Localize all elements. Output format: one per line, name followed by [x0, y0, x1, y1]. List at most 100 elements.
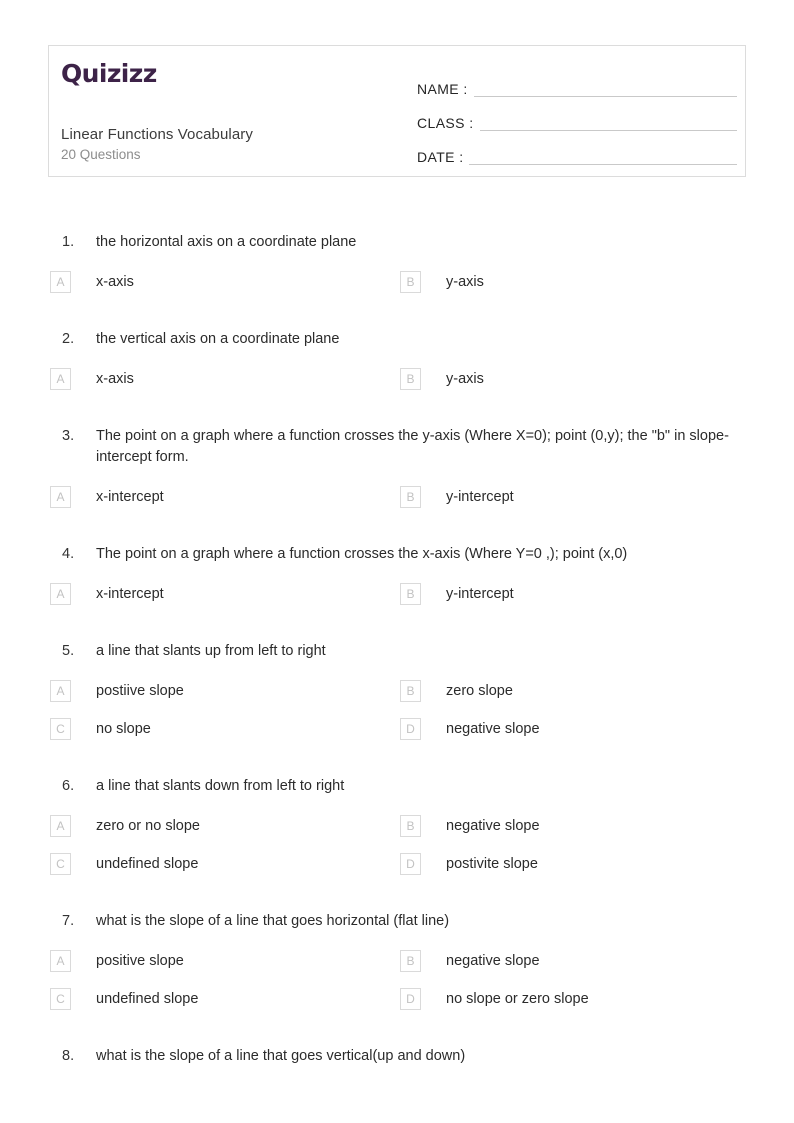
answer-option-b[interactable]: Bnegative slope — [400, 815, 750, 838]
question-header: 5. a line that slants up from left to rig… — [0, 641, 794, 662]
question-spacer — [0, 1085, 794, 1099]
option-letter-badge: A — [50, 680, 71, 703]
answer-options: Ax-intercept By-intercept — [0, 583, 794, 606]
option-text: negative slope — [446, 720, 540, 737]
question-text: the vertical axis on a coordinate plane — [96, 331, 340, 348]
question-number: 7. — [62, 913, 75, 930]
answer-options: Apostiive slope Bzero slope Cno slope Dnega… — [0, 680, 794, 741]
answer-options: Ax-axis By-axis — [0, 368, 794, 391]
answer-option-d[interactable]: Dpostivite slope — [400, 853, 750, 876]
answer-option-a[interactable]: Apostiive slope — [50, 680, 400, 703]
question-block: 1. the horizontal axis on a coordinate pl… — [0, 232, 794, 329]
question-number: 2. — [62, 331, 75, 348]
answer-option-b[interactable]: By-axis — [400, 368, 750, 391]
question-spacer — [0, 309, 794, 323]
option-row: Ax-axis By-axis — [50, 271, 754, 294]
question-spacer — [0, 621, 794, 635]
answer-option-b[interactable]: By-intercept — [400, 583, 750, 606]
question-number: 3. — [62, 428, 75, 445]
question-block: 8. what is the slope of a line that goes … — [0, 1046, 794, 1105]
option-letter-badge: A — [50, 271, 71, 294]
option-row: Cundefined slope Dpostivite slope — [50, 853, 754, 876]
option-text: y-axis — [446, 370, 484, 387]
question-header: 8. what is the slope of a line that goes … — [0, 1046, 794, 1067]
answer-option-c[interactable]: Cno slope — [50, 718, 400, 741]
option-letter-badge: B — [400, 583, 421, 606]
option-text: negative slope — [446, 817, 540, 834]
question-text: what is the slope of a line that goes ve… — [96, 1048, 466, 1065]
option-letter-badge: B — [400, 950, 421, 973]
option-letter-badge: B — [400, 271, 421, 294]
date-input-line[interactable] — [469, 163, 737, 165]
option-text: x-axis — [96, 370, 134, 387]
answer-option-d[interactable]: Dnegative slope — [400, 718, 750, 741]
question-text: The point on a graph where a function cr… — [96, 546, 628, 563]
option-letter-badge: C — [50, 853, 71, 876]
option-letter-badge: B — [400, 680, 421, 703]
option-letter-badge: A — [50, 815, 71, 838]
option-text: zero slope — [446, 682, 513, 699]
name-input-line[interactable] — [473, 95, 737, 97]
class-field-label: CLASS : — [417, 115, 474, 131]
option-row: Cundefined slope Dno slope or zero slope — [50, 988, 754, 1011]
answer-option-b[interactable]: Bzero slope — [400, 680, 750, 703]
option-letter-badge: B — [400, 815, 421, 838]
option-text: x-intercept — [96, 488, 164, 505]
answer-options: Ax-intercept By-intercept — [0, 486, 794, 509]
option-text: postivite slope — [446, 855, 538, 872]
option-letter-badge: B — [400, 368, 421, 391]
option-text: y-intercept — [446, 488, 514, 505]
answer-option-b[interactable]: By-intercept — [400, 486, 750, 509]
answer-option-c[interactable]: Cundefined slope — [50, 988, 400, 1011]
option-row: Azero or no slope Bnegative slope — [50, 815, 754, 838]
question-spacer — [0, 524, 794, 538]
answer-option-a[interactable]: Ax-axis — [50, 271, 400, 294]
question-count-label: 20 Questions — [61, 147, 141, 162]
question-text: The point on a graph where a function cr… — [96, 428, 729, 466]
option-text: no slope or zero slope — [446, 990, 589, 1007]
answer-option-a[interactable]: Ax-axis — [50, 368, 400, 391]
question-text: a line that slants up from left to right — [96, 643, 326, 660]
question-text: a line that slants down from left to rig… — [96, 778, 345, 795]
option-letter-badge: B — [400, 486, 421, 509]
quizizz-logo: Quizizz — [61, 59, 157, 88]
question-block: 3. The point on a graph where a function … — [0, 426, 794, 544]
option-text: no slope — [96, 720, 151, 737]
question-block: 5. a line that slants up from left to rig… — [0, 641, 794, 776]
option-row: Apostiive slope Bzero slope — [50, 680, 754, 703]
question-number: 4. — [62, 546, 75, 563]
answer-option-a[interactable]: Apositive slope — [50, 950, 400, 973]
answer-option-a[interactable]: Ax-intercept — [50, 583, 400, 606]
option-text: y-axis — [446, 273, 484, 290]
answer-option-a[interactable]: Ax-intercept — [50, 486, 400, 509]
answer-option-a[interactable]: Azero or no slope — [50, 815, 400, 838]
answer-option-b[interactable]: Bnegative slope — [400, 950, 750, 973]
option-text: y-intercept — [446, 585, 514, 602]
questions-list: 1. the horizontal axis on a coordinate pl… — [0, 232, 794, 1105]
answer-option-d[interactable]: Dno slope or zero slope — [400, 988, 750, 1011]
name-field-row: NAME : — [417, 66, 737, 100]
option-letter-badge: C — [50, 718, 71, 741]
worksheet-header-card: Quizizz Linear Functions Vocabulary 20 Q… — [48, 45, 746, 177]
question-header: 3. The point on a graph where a function … — [0, 426, 794, 468]
class-input-line[interactable] — [479, 129, 737, 131]
answer-option-b[interactable]: By-axis — [400, 271, 750, 294]
option-text: x-intercept — [96, 585, 164, 602]
option-row: Ax-intercept By-intercept — [50, 583, 754, 606]
option-row: Apositive slope Bnegative slope — [50, 950, 754, 973]
option-text: postiive slope — [96, 682, 184, 699]
question-number: 6. — [62, 778, 75, 795]
answer-options: Azero or no slope Bnegative slope Cundefin… — [0, 815, 794, 876]
question-header: 1. the horizontal axis on a coordinate pl… — [0, 232, 794, 253]
student-info-fields: NAME : CLASS : DATE : — [417, 66, 737, 168]
question-spacer — [0, 406, 794, 420]
question-spacer — [0, 1026, 794, 1040]
question-header: 2. the vertical axis on a coordinate plan… — [0, 329, 794, 350]
option-text: undefined slope — [96, 855, 199, 872]
question-block: 6. a line that slants down from left to r… — [0, 776, 794, 911]
question-text: what is the slope of a line that goes ho… — [96, 913, 450, 930]
option-letter-badge: D — [400, 853, 421, 876]
answer-options: Apositive slope Bnegative slope Cundefined… — [0, 950, 794, 1011]
answer-option-c[interactable]: Cundefined slope — [50, 853, 400, 876]
option-letter-badge: A — [50, 486, 71, 509]
